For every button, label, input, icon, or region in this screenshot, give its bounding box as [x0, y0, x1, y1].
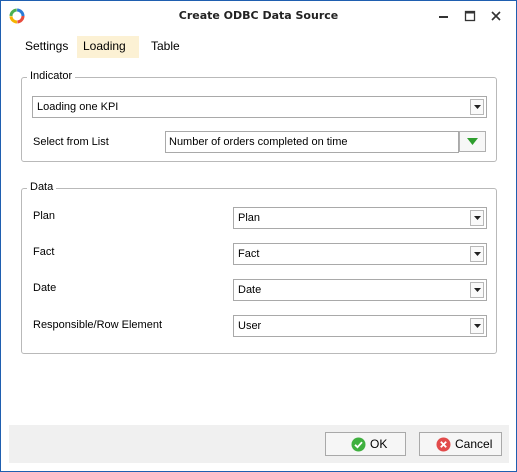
- data-group: Data Plan Plan Fact Fact Date Date Respo…: [21, 181, 497, 354]
- minimize-button[interactable]: [435, 7, 453, 25]
- tab-loading[interactable]: Loading: [77, 36, 139, 58]
- maximize-button[interactable]: [461, 7, 479, 25]
- chevron-down-icon: [474, 105, 481, 109]
- dialog-window: Create ODBC Data Source Settings Loading…: [0, 0, 517, 472]
- ok-button[interactable]: OK: [325, 432, 406, 456]
- fact-value: Fact: [238, 248, 260, 260]
- minimize-icon: [439, 16, 448, 18]
- kpi-list-field[interactable]: Number of orders completed on time: [165, 131, 459, 153]
- date-label: Date: [33, 282, 57, 294]
- dropdown-arrow-button[interactable]: [470, 282, 484, 298]
- data-legend: Data: [27, 181, 57, 193]
- close-button[interactable]: [487, 7, 505, 25]
- indicator-mode-value: Loading one KPI: [37, 101, 119, 113]
- cancel-label: Cancel: [455, 437, 493, 451]
- select-from-list-label: Select from List: [33, 136, 109, 148]
- maximize-icon: [464, 10, 476, 22]
- kpi-list-dropdown-button[interactable]: [459, 131, 486, 152]
- dropdown-arrow-button[interactable]: [470, 246, 484, 262]
- chevron-down-icon: [474, 324, 481, 328]
- responsible-value: User: [238, 320, 262, 332]
- cancel-icon: [436, 437, 451, 452]
- kpi-list-value: Number of orders completed on time: [169, 136, 348, 148]
- dropdown-arrow-button[interactable]: [470, 318, 484, 334]
- check-icon: [351, 437, 366, 452]
- fact-label: Fact: [33, 246, 55, 258]
- fact-select[interactable]: Fact: [233, 243, 487, 265]
- plan-select[interactable]: Plan: [233, 207, 487, 229]
- responsible-select[interactable]: User: [233, 315, 487, 337]
- dropdown-arrow-button[interactable]: [470, 99, 484, 115]
- tab-table[interactable]: Table: [145, 36, 186, 58]
- indicator-mode-select[interactable]: Loading one KPI: [32, 96, 487, 118]
- indicator-group: Indicator Loading one KPI Select from Li…: [21, 70, 497, 162]
- indicator-legend: Indicator: [27, 70, 76, 82]
- tab-settings[interactable]: Settings: [19, 36, 74, 58]
- cancel-button[interactable]: Cancel: [419, 432, 502, 456]
- dropdown-arrow-button[interactable]: [470, 210, 484, 226]
- close-icon: [491, 11, 501, 21]
- date-value: Date: [238, 284, 262, 296]
- plan-label: Plan: [33, 210, 56, 222]
- date-select[interactable]: Date: [233, 279, 487, 301]
- chevron-down-icon: [474, 216, 481, 220]
- title-bar: Create ODBC Data Source: [1, 1, 516, 33]
- chevron-down-icon: [474, 252, 481, 256]
- dialog-footer: OK Cancel: [9, 425, 509, 463]
- green-triangle-down-icon: [467, 138, 478, 145]
- ok-label: OK: [370, 437, 388, 451]
- plan-value: Plan: [238, 212, 261, 224]
- responsible-label: Responsible/Row Element: [33, 319, 163, 331]
- chevron-down-icon: [474, 288, 481, 292]
